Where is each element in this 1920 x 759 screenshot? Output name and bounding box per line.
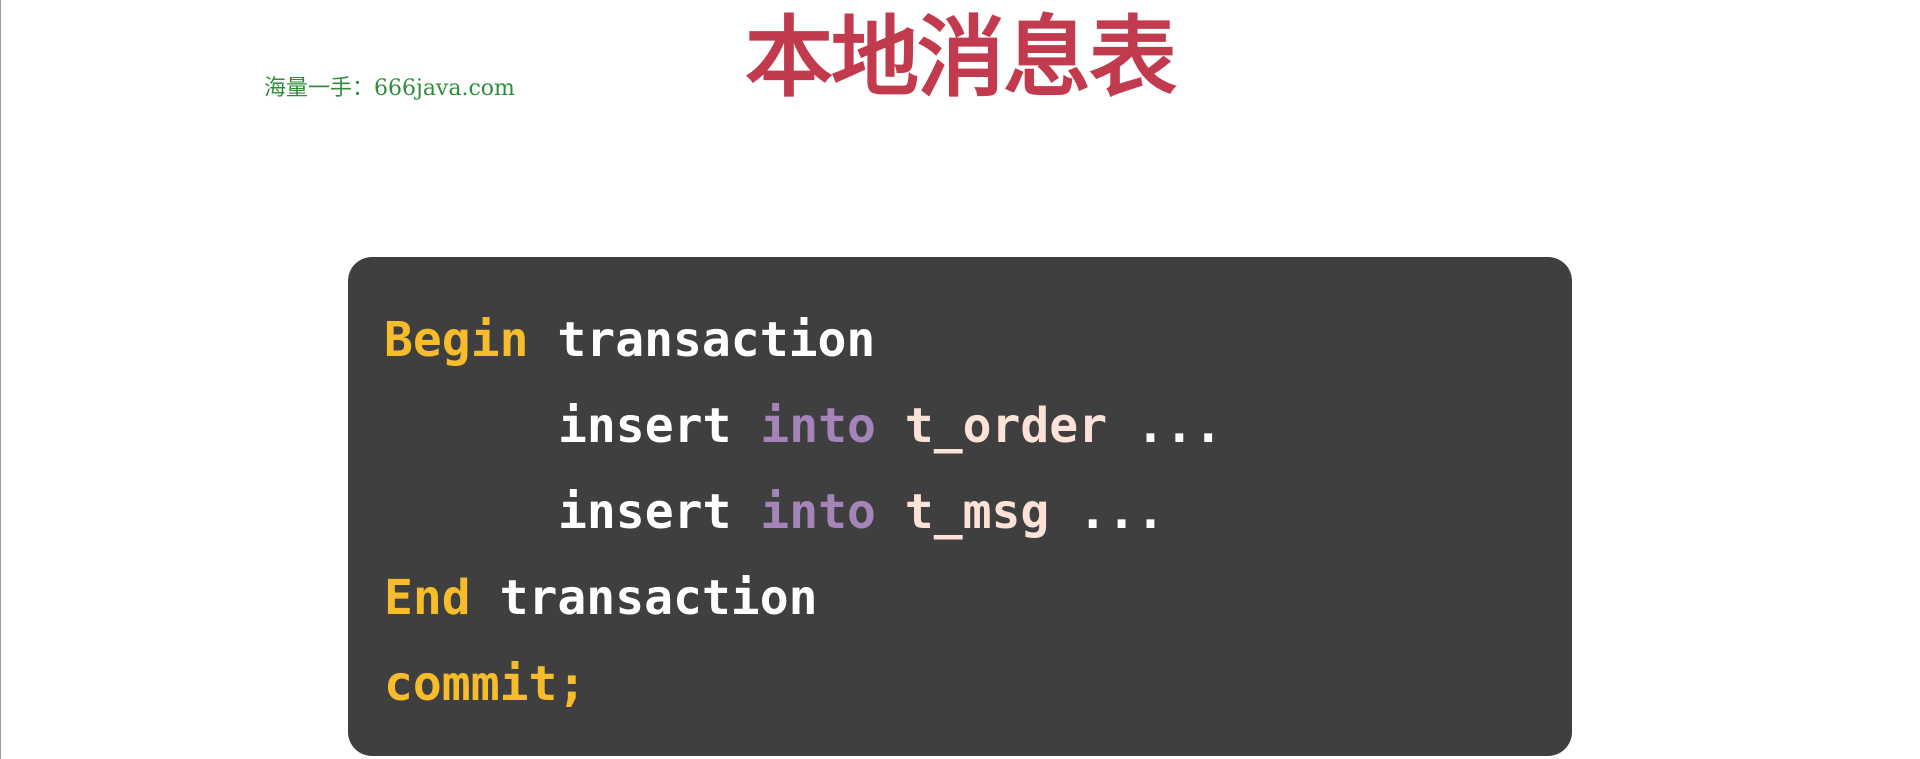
table-name-msg: t_msg [904, 484, 1050, 540]
keyword-commit: commit; [384, 656, 587, 712]
code-ellipsis: ... [1078, 484, 1165, 540]
page-title: 本地消息表 [744, 6, 1177, 109]
keyword-end: End [384, 570, 471, 626]
code-panel: Begin transaction insert into t_order ..… [348, 257, 1572, 756]
code-line-insert-msg: insert into t_msg ... [384, 469, 1572, 555]
code-line-insert-order: insert into t_order ... [384, 383, 1572, 469]
keyword-insert: insert [558, 398, 732, 454]
keyword-into: into [760, 398, 876, 454]
keyword-into: into [760, 484, 876, 540]
table-name-order: t_order [904, 398, 1108, 454]
keyword-insert: insert [558, 484, 732, 540]
code-text-transaction: transaction [557, 312, 876, 368]
code-text-transaction: transaction [499, 570, 818, 626]
code-line-begin: Begin transaction [384, 297, 1572, 383]
code-line-end: End transaction [384, 555, 1572, 641]
keyword-begin: Begin [384, 312, 529, 368]
code-ellipsis: ... [1136, 398, 1223, 454]
code-line-commit: commit; [384, 641, 1572, 727]
